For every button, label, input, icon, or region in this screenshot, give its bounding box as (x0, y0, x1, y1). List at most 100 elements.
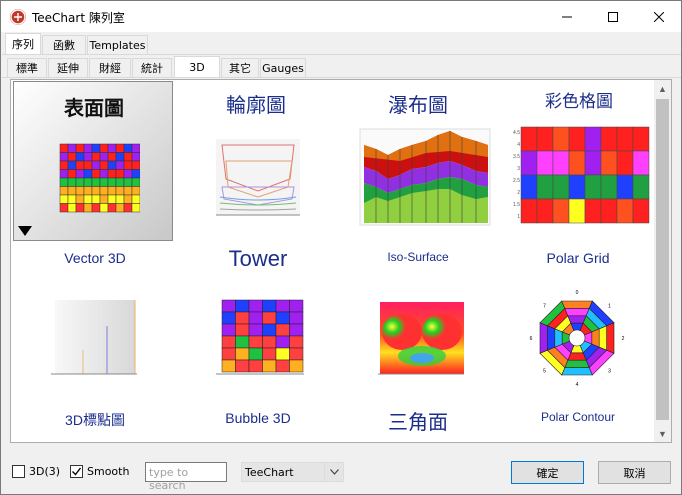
thumb-cell (99, 152, 109, 162)
thumb-cell (75, 194, 85, 204)
thumb-cell (123, 186, 133, 196)
iso-surface-thumbnail (378, 302, 464, 375)
thumb-cell (107, 203, 117, 213)
polar-segment (539, 322, 548, 354)
checkbox-smooth[interactable] (70, 465, 83, 478)
vector-3d-thumbnail (51, 300, 137, 375)
thumb-cell (632, 198, 650, 224)
tab-functions[interactable]: 函數 (42, 35, 86, 54)
tab-other[interactable]: 其它 (221, 58, 259, 77)
thumb-cell (131, 186, 140, 196)
tab-extended[interactable]: 延伸 (48, 58, 88, 77)
thumb-cell (67, 169, 77, 179)
thumb-cell (59, 143, 69, 153)
caption-3d-point: 3D標點圖 (65, 412, 125, 428)
tab-standard[interactable]: 標準 (7, 58, 47, 77)
footer-bar: 3D(3) Smooth type to search TeeChart 確定 … (1, 453, 681, 493)
y-tick: 4.5 (513, 130, 520, 136)
polar-tick-label: 6 (530, 336, 533, 342)
thumb-cell (99, 143, 109, 153)
polar-segment (606, 322, 615, 354)
thumb-cell (67, 143, 77, 153)
thumb-cell (91, 203, 101, 213)
scroll-up-arrow-icon[interactable]: ▲ (654, 80, 671, 97)
thumb-cell (221, 311, 236, 325)
waterfall-thumbnail (359, 128, 491, 226)
tab-stats[interactable]: 統計 (132, 58, 172, 77)
main-tab-divider (2, 54, 681, 55)
thumb-cell (632, 150, 650, 176)
thumb-cell (584, 198, 602, 224)
polar-segment (564, 359, 590, 368)
vertical-scrollbar[interactable]: ▲ ▼ (654, 80, 671, 442)
thumb-cell (262, 323, 277, 337)
cancel-button[interactable]: 取消 (598, 461, 671, 484)
tab-financial[interactable]: 財經 (89, 58, 131, 77)
thumb-cell (123, 143, 133, 153)
sub-tab-divider (2, 77, 681, 78)
caption-triangle-surface: 三角面 (388, 410, 448, 434)
thumb-cell (91, 177, 101, 187)
thumb-cell (262, 347, 277, 361)
thumb-cell (584, 150, 602, 176)
thumb-cell (75, 203, 85, 213)
thumb-cell (536, 126, 554, 152)
gallery-item-surface[interactable]: 表面圖 (13, 81, 173, 241)
polar-tick-label: 2 (622, 336, 625, 342)
thumb-cell (99, 177, 109, 187)
ok-button[interactable]: 確定 (511, 461, 584, 484)
thumb-cell (616, 126, 634, 152)
thumb-cell (275, 335, 290, 349)
thumb-cell (221, 335, 236, 349)
thumb-cell (67, 177, 77, 187)
thumb-cell (600, 174, 618, 200)
tab-3d[interactable]: 3D (174, 56, 220, 77)
gallery-item-color-grid[interactable]: 彩色格圖 4.5 4 3.5 3 2.5 2 1.5 1 (499, 81, 659, 241)
scroll-down-arrow-icon[interactable]: ▼ (654, 425, 671, 442)
polar-tick-label: 7 (543, 304, 546, 310)
gallery-item-waterfall[interactable]: 瀑布圖 (338, 81, 498, 241)
search-input[interactable]: type to search (145, 462, 227, 492)
scrollbar-thumb[interactable] (656, 99, 669, 420)
thumb-cell (91, 152, 101, 162)
thumb-cell (75, 169, 85, 179)
thumb-cell (123, 160, 133, 170)
close-button[interactable] (636, 1, 682, 32)
thumb-cell (568, 198, 586, 224)
gallery-item-contour[interactable]: 輪廓圖 (176, 81, 336, 241)
thumb-cell (67, 152, 77, 162)
thumb-cell (275, 359, 290, 373)
thumb-cell (568, 126, 586, 152)
thumb-cell (221, 359, 236, 373)
thumb-cell (115, 203, 125, 213)
y-tick: 3.5 (513, 154, 520, 160)
thumb-cell (275, 311, 290, 325)
thumb-cell (131, 203, 140, 213)
thumb-cell (131, 160, 140, 170)
color-grid-thumbnail (520, 126, 650, 224)
chevron-down-icon[interactable] (324, 463, 343, 481)
tab-gauges[interactable]: Gauges (260, 58, 306, 77)
thumb-cell (616, 150, 634, 176)
thumb-cell (99, 186, 109, 196)
thumb-cell (248, 323, 263, 337)
checkbox-3d[interactable] (12, 465, 25, 478)
thumb-cell (123, 152, 133, 162)
dropdown-triangle-icon[interactable] (18, 226, 32, 236)
thumb-cell (248, 299, 263, 313)
tab-series[interactable]: 序列 (5, 33, 41, 54)
maximize-button[interactable] (590, 1, 636, 32)
thumb-cell (552, 174, 570, 200)
minimize-button[interactable] (544, 1, 590, 32)
thumb-cell (75, 186, 85, 196)
tab-templates[interactable]: Templates (87, 35, 148, 54)
style-combobox[interactable]: TeeChart (241, 462, 344, 482)
thumb-cell (107, 152, 117, 162)
thumb-cell (235, 323, 250, 337)
thumb-cell (123, 169, 133, 179)
thumb-cell (75, 177, 85, 187)
thumb-cell (59, 169, 69, 179)
thumb-cell (536, 198, 554, 224)
polar-contour-thumbnail: 0 1 2 3 4 5 6 7 (530, 290, 625, 386)
polar-segment (564, 308, 590, 317)
